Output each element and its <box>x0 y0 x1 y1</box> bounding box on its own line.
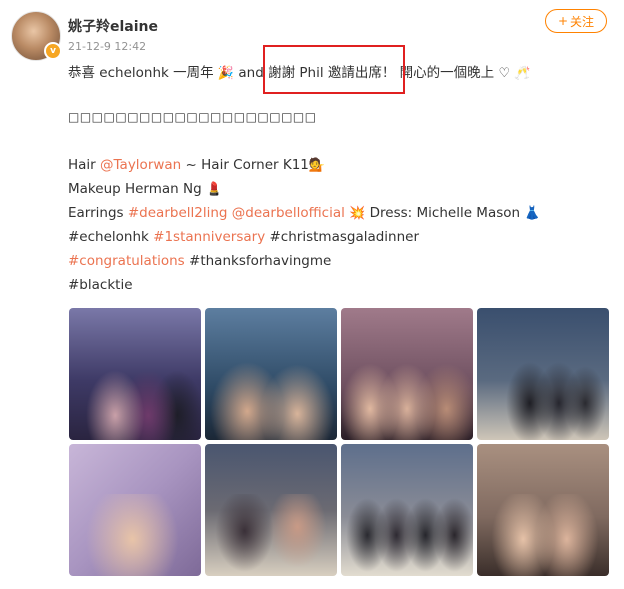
hair-credit-line: Hair @Taylorwan ~ Hair Corner K11💁 <box>68 157 325 173</box>
text-segment: Earrings <box>68 205 128 221</box>
sparkle-icon: 💥 <box>349 206 366 221</box>
photo-thumbnail[interactable] <box>205 308 337 440</box>
photo-thumbnail[interactable] <box>477 444 609 576</box>
text-segment: 恭喜 echelonhk 一周年 <box>68 65 218 81</box>
hashtag-link[interactable]: #congratulations <box>68 253 185 269</box>
photo-thumbnail[interactable] <box>341 308 473 440</box>
text-segment: ~ Hair Corner K11 <box>181 157 309 173</box>
hashtag-line-2: #congratulations #thanksforhavingme <box>68 253 331 269</box>
makeup-credit-line: Makeup Herman Ng 💄 <box>68 181 222 197</box>
username[interactable]: 姚子羚elaine <box>68 16 158 36</box>
verified-badge-icon: v <box>44 42 62 60</box>
cheers-icon: 🥂 <box>514 66 531 81</box>
hashtag-link[interactable]: #dearbell2ling <box>128 205 228 221</box>
heart-icon: ♡ <box>498 66 511 81</box>
photo-thumbnail[interactable] <box>477 308 609 440</box>
photo-thumbnail[interactable] <box>341 444 473 576</box>
mention-link[interactable]: @Taylorwan <box>100 157 181 173</box>
text-segment: Hair <box>68 157 101 173</box>
hashtag-link[interactable]: #1stanniversary <box>153 229 265 245</box>
timestamp[interactable]: 21-12-9 12:42 <box>68 40 146 53</box>
text-segment: Makeup Herman Ng <box>68 181 206 197</box>
party-popper-icon: 🎉 <box>217 66 235 81</box>
hashtag-line-1: #echelonhk #1stanniversary #christmasgal… <box>68 229 419 245</box>
text-segment: 開心的一個晚上 <box>395 65 499 81</box>
dress-icon: 👗 <box>524 206 541 221</box>
follow-label: 关注 <box>570 14 595 29</box>
hashtag-text: #christmasgaladinner <box>265 229 420 245</box>
mention-link[interactable]: @dearbellofficial <box>232 205 345 221</box>
hashtag-text: #echelonhk <box>68 229 154 245</box>
text-segment: Dress: Michelle Mason <box>365 205 525 221</box>
photo-thumbnail[interactable] <box>69 308 201 440</box>
woman-tipping-hand-icon: 💁 <box>308 158 326 173</box>
plus-icon: + <box>557 14 569 28</box>
follow-button[interactable]: + 关注 <box>545 9 607 33</box>
lipstick-icon: 💄 <box>205 182 223 197</box>
unrendered-text-line: □□□□□□□□□□□□□□□□□□□□□ <box>68 110 317 124</box>
earrings-credit-line: Earrings #dearbell2ling @dearbellofficia… <box>68 205 541 221</box>
highlight-annotation-box <box>263 45 405 94</box>
photo-thumbnail[interactable] <box>69 444 201 576</box>
hashtag-text: #thanksforhavingme <box>184 253 332 269</box>
hashtag-text: #blacktie <box>68 277 133 293</box>
hashtag-line-3: #blacktie <box>68 277 133 293</box>
photo-thumbnail[interactable] <box>205 444 337 576</box>
